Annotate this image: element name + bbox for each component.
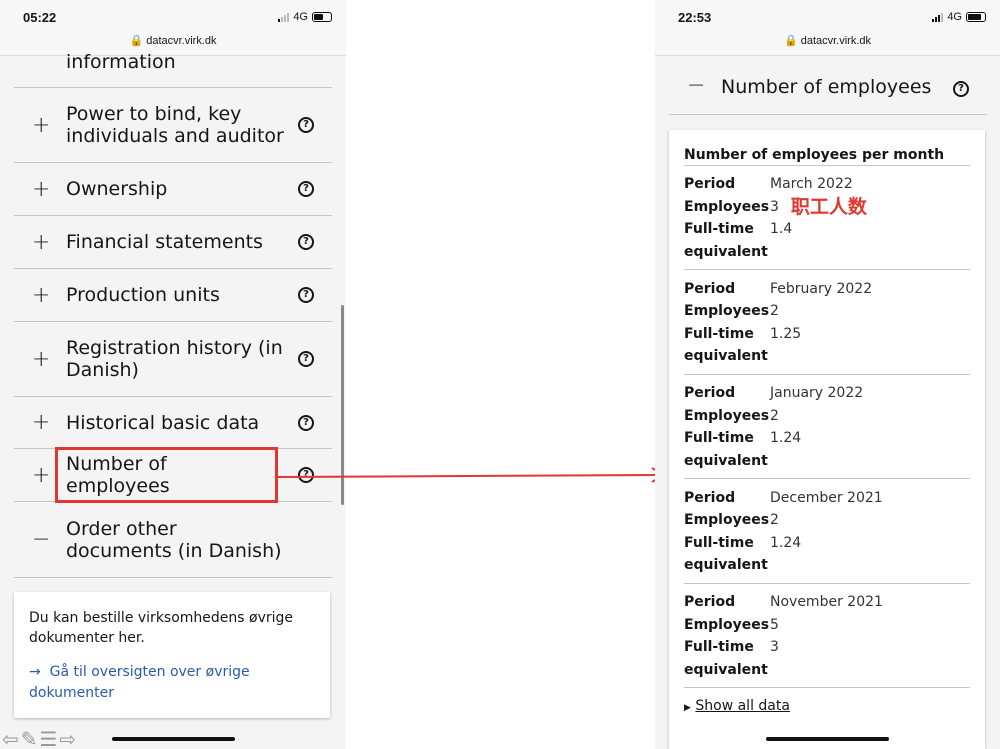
fte-value: 1.24	[770, 430, 802, 446]
period-value: February 2022	[770, 280, 873, 297]
employee-record: Period February 2022 Employees 2 Full-time…	[684, 278, 970, 375]
employee-record: Period November 2021 Employees 5 Full-time…	[684, 591, 970, 688]
period-value: December 2021	[770, 489, 883, 506]
section-title: Number of employees	[721, 76, 932, 98]
network-label: 4G	[947, 11, 962, 23]
network-status: 4G	[932, 11, 986, 23]
url-bar[interactable]: 🔒 datacvr.virk.dk	[655, 34, 1000, 47]
accordion-header-number-of-employees[interactable]: − Number of employees ?	[669, 65, 987, 115]
signal-icon	[932, 12, 944, 22]
employees-label: Employees	[684, 512, 770, 528]
employees-label: Employees	[684, 407, 770, 424]
annotation-label: 职工人数	[790, 195, 867, 218]
employees-label: Employees	[684, 198, 770, 215]
period-label: Period	[684, 280, 736, 297]
fte-label-cont: equivalent	[684, 557, 768, 573]
fte-label: Full-time	[684, 221, 754, 237]
fte-label-cont: equivalent	[684, 452, 768, 469]
period-value: January 2022	[770, 385, 864, 401]
status-bar: 22:53 4G 🔒 datacvr.virk.dk	[655, 0, 1000, 56]
battery-icon	[966, 12, 986, 22]
fte-label-cont: equivalent	[684, 243, 768, 260]
employees-label: Employees	[684, 303, 770, 319]
fte-value: 3	[770, 639, 779, 655]
period-label: Period	[684, 176, 736, 192]
triangle-icon: ▶	[684, 703, 691, 713]
employees-value: 2	[770, 303, 779, 319]
fte-value: 1.25	[770, 325, 802, 342]
period-label: Period	[684, 385, 736, 401]
employee-record: Period January 2022 Employees 2 Full-time 1…	[684, 382, 970, 479]
period-label: Period	[684, 489, 736, 506]
help-icon[interactable]: ?	[953, 81, 969, 97]
fte-label: Full-time	[684, 325, 754, 342]
period-label: Period	[684, 594, 736, 610]
employees-value: 2	[770, 407, 779, 424]
employees-value: 3	[770, 198, 779, 215]
fte-label: Full-time	[684, 639, 754, 655]
fte-value: 1.24	[770, 534, 802, 551]
fte-label: Full-time	[684, 534, 754, 551]
clock: 22:53	[678, 10, 712, 25]
show-all-data-link[interactable]: ▶ Show all data	[684, 698, 790, 714]
period-value: November 2021	[770, 594, 883, 610]
employees-value: 5	[770, 616, 779, 633]
right-phone-screen: 22:53 4G 🔒 datacvr.virk.dk − Number of e…	[655, 0, 1000, 749]
employees-table-card: Number of employees per month Period Marc…	[669, 130, 985, 749]
fte-label-cont: equivalent	[684, 661, 768, 678]
fte-value: 1.4	[770, 221, 793, 237]
employee-record: Period December 2021 Employees 2 Full-time…	[684, 487, 970, 584]
show-all-text: Show all data	[695, 698, 790, 714]
fte-label: Full-time	[684, 430, 754, 446]
home-indicator	[766, 737, 889, 741]
period-value: March 2022	[770, 176, 853, 192]
minus-icon: −	[687, 73, 706, 98]
employees-value: 2	[770, 512, 779, 528]
employee-record: Period March 2022 Employees 3 职工人数 Full-tim…	[684, 173, 970, 270]
employees-label: Employees	[684, 616, 770, 633]
table-title: Number of employees per month	[684, 147, 970, 166]
url-text: datacvr.virk.dk	[800, 35, 872, 47]
fte-label-cont: equivalent	[684, 348, 768, 364]
